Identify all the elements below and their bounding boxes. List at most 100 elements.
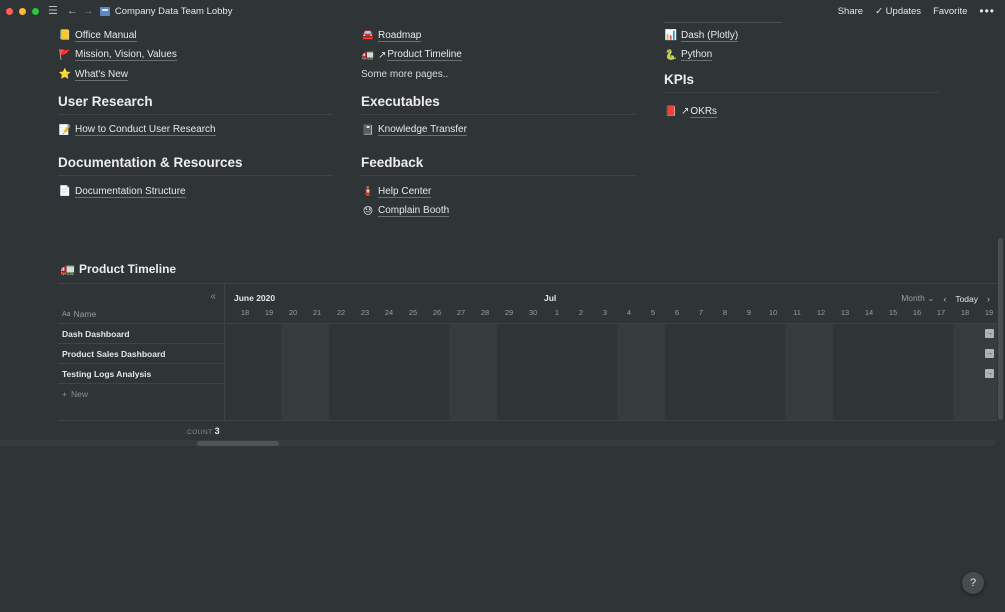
close-window-button[interactable]: [6, 7, 13, 15]
day-label: 24: [384, 308, 394, 317]
weekend-column: [785, 324, 833, 421]
new-row-button[interactable]: + New: [58, 383, 225, 403]
timeline-title[interactable]: 🚛 Product Timeline: [60, 262, 176, 276]
weekend-column: [449, 324, 497, 421]
timeline-grid[interactable]: → → →: [226, 323, 997, 421]
page-link-whats-new[interactable]: ⭐ What's New: [58, 65, 333, 85]
next-arrow-icon[interactable]: ›: [987, 294, 990, 304]
help-button[interactable]: ?: [962, 572, 984, 594]
notebook-icon: 📓: [361, 124, 375, 136]
page-link-label: Dash (Plotly): [681, 29, 739, 42]
column-3: 📊 Dash (Plotly) 🐍 Python KPIs 📕 ↗ OKRs: [664, 22, 939, 122]
day-label: 21: [312, 308, 322, 317]
page-link-mission[interactable]: 🚩 Mission, Vision, Values: [58, 46, 333, 66]
page-link-documentation-structure[interactable]: 📄 Documentation Structure: [58, 182, 333, 202]
day-labels: 18 19 20 21 22 23 24 25 26 27 28 29 30 1 2 3 4 5 6 7 8 9 10 11 1…: [226, 308, 997, 318]
text-more-pages: Some more pages..: [361, 65, 636, 85]
notebook-icon: 📒: [58, 30, 72, 42]
page-link-knowledge-transfer[interactable]: 📓 Knowledge Transfer: [361, 121, 636, 141]
page-title: Company Data Team Lobby: [114, 5, 233, 17]
day-label: 30: [528, 308, 538, 317]
day-label: 13: [840, 308, 850, 317]
today-button[interactable]: Today: [955, 294, 978, 304]
car-icon: 🚘: [361, 30, 375, 42]
day-label: 6: [674, 308, 680, 317]
closed-book-icon: 📕: [664, 106, 678, 118]
open-item-icon[interactable]: →: [985, 369, 994, 378]
python-icon: 🐍: [664, 49, 678, 61]
checkmark-icon: ✓: [875, 5, 884, 17]
sidebar-toggle-icon[interactable]: ☰: [48, 5, 58, 17]
page-link-product-timeline[interactable]: 🚛 ↗ Product Timeline: [361, 46, 636, 66]
table-row[interactable]: Testing Logs Analysis: [58, 363, 225, 383]
day-label: 11: [793, 308, 801, 317]
page-link-okrs[interactable]: 📕 ↗ OKRs: [664, 102, 939, 122]
breadcrumb[interactable]: Company Data Team Lobby: [99, 5, 233, 17]
heading-user-research: User Research: [58, 85, 333, 115]
new-row-label: New: [70, 388, 88, 399]
page-link-complain-booth[interactable]: 😓 Complain Booth: [361, 202, 636, 222]
day-label: 10: [768, 308, 778, 317]
day-label: 27: [456, 308, 466, 317]
share-button[interactable]: Share: [838, 6, 863, 17]
name-header-label: Name: [73, 309, 97, 319]
forward-arrow-icon[interactable]: →: [83, 5, 94, 17]
page-link-python[interactable]: 🐍 Python: [664, 46, 939, 66]
more-options-button[interactable]: •••: [979, 4, 995, 18]
table-row[interactable]: Dash Dashboard: [58, 323, 225, 343]
count-value: 3: [214, 426, 221, 436]
back-arrow-icon[interactable]: ←: [67, 5, 78, 17]
page-link-dash-plotly[interactable]: 📊 Dash (Plotly): [664, 26, 939, 46]
day-label: 19: [984, 308, 994, 317]
minimize-window-button[interactable]: [19, 7, 26, 15]
previous-arrow-icon[interactable]: ‹: [943, 294, 946, 304]
heading-feedback: Feedback: [361, 146, 636, 176]
column-2: 🚘 Roadmap 🚛 ↗ Product Timeline Some more…: [361, 22, 636, 221]
maximize-window-button[interactable]: [32, 7, 39, 15]
open-item-icon[interactable]: →: [985, 349, 994, 358]
day-label: 20: [288, 308, 298, 317]
day-label: 9: [746, 308, 752, 317]
count-footer[interactable]: COUNT 3: [187, 426, 220, 436]
page-link-label: Roadmap: [378, 29, 422, 42]
page-link-label: Documentation Structure: [75, 185, 186, 198]
vertical-scrollbar[interactable]: [998, 238, 1003, 420]
divider: [58, 420, 997, 421]
timeline-title-label: Product Timeline: [78, 262, 177, 276]
page-link-help-center[interactable]: 🧯 Help Center: [361, 182, 636, 202]
day-label: 17: [936, 308, 946, 317]
day-label: 12: [816, 308, 826, 317]
favorite-button[interactable]: Favorite: [933, 6, 967, 17]
day-label: 19: [264, 308, 274, 317]
page-link-office-manual[interactable]: 📒 Office Manual: [58, 26, 333, 46]
day-label: 7: [698, 308, 704, 317]
updates-label: Updates: [885, 5, 922, 17]
day-label: 18: [240, 308, 250, 317]
horizontal-scrollbar-thumb[interactable]: [197, 441, 279, 446]
open-item-icon[interactable]: →: [985, 329, 994, 338]
link-arrow-icon: ↗: [681, 106, 690, 118]
day-label: 1: [554, 308, 560, 317]
day-label: 4: [626, 308, 632, 317]
memo-icon: 📝: [58, 124, 72, 136]
month-label: June 2020: [234, 293, 276, 303]
star-icon: ⭐: [58, 69, 72, 81]
heading-kpis: KPIs: [664, 65, 939, 93]
page-link-user-research[interactable]: 📝 How to Conduct User Research: [58, 121, 333, 141]
updates-button[interactable]: ✓ Updates: [875, 6, 921, 17]
name-column-header[interactable]: Aa Name: [62, 309, 96, 319]
table-row[interactable]: Product Sales Dashboard: [58, 343, 225, 363]
column-1: 📒 Office Manual 🚩 Mission, Vision, Value…: [58, 22, 333, 202]
day-label: 23: [360, 308, 370, 317]
timeline-controls: Month ⌄ ‹ Today ›: [901, 293, 990, 304]
view-selector[interactable]: Month ⌄: [901, 293, 934, 304]
text-property-icon: Aa: [62, 310, 71, 318]
page-link-label: How to Conduct User Research: [75, 124, 216, 137]
day-label: 5: [650, 308, 656, 317]
timeline-calendar: June 2020 Jul Month ⌄ ‹ Today › 18 19 20 21…: [226, 284, 997, 421]
day-label: 28: [480, 308, 490, 317]
page-link-label: OKRs: [690, 105, 718, 118]
page-link-roadmap[interactable]: 🚘 Roadmap: [361, 26, 636, 46]
horizontal-scrollbar[interactable]: [0, 440, 995, 446]
collapse-table-icon[interactable]: «: [210, 291, 216, 302]
